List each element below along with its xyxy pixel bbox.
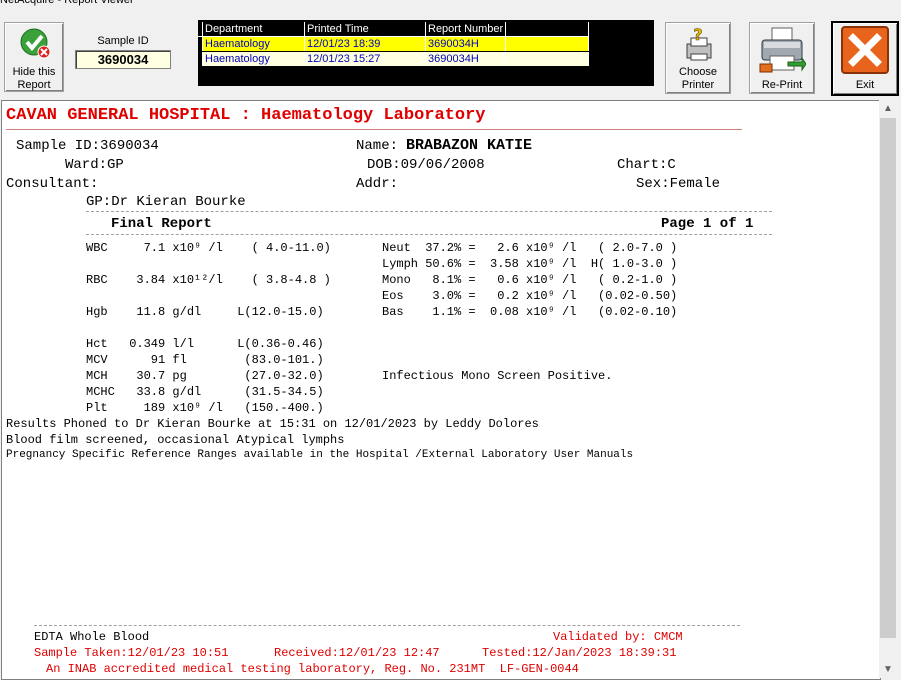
window-title: NetAcquire - Report Viewer xyxy=(0,0,134,6)
result-line-plt: Plt 189 x10⁹ /l (150.-400.) xyxy=(86,401,324,415)
result-line-neut: Neut 37.2% = 2.6 x10⁹ /l ( 2.0-7.0 ) xyxy=(382,241,678,255)
exit-button[interactable]: Exit xyxy=(831,21,899,96)
tested: Tested:12/Jan/2023 18:39:31 xyxy=(482,646,677,660)
result-line-hgb: Hgb 11.8 g/dl L(12.0-15.0) xyxy=(86,305,324,319)
received: Received:12/01/23 12:47 xyxy=(274,646,440,660)
pregnancy-comment: Pregnancy Specific Reference Ranges avai… xyxy=(6,449,634,461)
grid-cell[interactable] xyxy=(505,36,590,52)
result-line-hct: Hct 0.349 l/l L(0.36-0.46) xyxy=(86,337,324,351)
page-indicator: Page 1 of 1 xyxy=(661,216,754,232)
result-line-wbc: WBC 7.1 x10⁹ /l ( 4.0-11.0) xyxy=(86,241,331,255)
result-line-rbc: RBC 3.84 x10¹²/l ( 3.8-4.8 ) xyxy=(86,273,331,287)
blood-film-comment: Blood film screened, occasional Atypical… xyxy=(6,433,345,447)
grid-cell[interactable]: Haematology xyxy=(202,51,305,66)
reprint-label: Re-Print xyxy=(761,79,803,91)
scroll-thumb[interactable] xyxy=(880,118,896,638)
sample-taken: Sample Taken:12/01/23 10:51 xyxy=(34,646,229,660)
grid-cell[interactable]: 12/01/23 15:27 xyxy=(304,51,426,66)
grid-header-department[interactable]: Department xyxy=(202,22,305,37)
gp-rule xyxy=(86,211,772,212)
choose-printer-label-1: Choose xyxy=(679,66,717,78)
result-line-lymph: Lymph 50.6% = 3.58 x10⁹ /l H( 1.0-3.0 ) xyxy=(382,257,678,271)
footer-rule xyxy=(34,625,740,626)
result-line-mch: MCH 30.7 pg (27.0-32.0) xyxy=(86,369,324,383)
report-document: CAVAN GENERAL HOSPITAL : Haematology Lab… xyxy=(1,100,881,680)
hospital-title: CAVAN GENERAL HOSPITAL : Haematology Lab… xyxy=(6,106,486,125)
grid-header-report-number[interactable]: Report Number xyxy=(425,22,507,37)
reports-grid[interactable]: Department Printed Time Report Number Ha… xyxy=(198,20,654,86)
chart: Chart:C xyxy=(617,157,676,173)
sample-id: Sample ID:3690034 xyxy=(16,138,159,154)
checkmark-icon xyxy=(20,28,51,59)
scroll-down-icon[interactable]: ▼ xyxy=(879,661,897,678)
address: Addr: xyxy=(356,176,399,192)
choose-printer-button[interactable]: ? Choose Printer xyxy=(665,22,731,94)
grid-header-extra[interactable] xyxy=(505,22,590,37)
mono-screen-comment: Infectious Mono Screen Positive. xyxy=(382,369,613,383)
grid-row-selected[interactable]: Haematology 12/01/23 18:39 3690034H xyxy=(198,36,590,52)
name-label: Name: xyxy=(356,138,399,154)
grid-cell[interactable]: 3690034H xyxy=(425,51,507,66)
scroll-up-icon[interactable]: ▲ xyxy=(879,100,897,117)
svg-text:?: ? xyxy=(693,26,702,44)
final-report: Final Report xyxy=(111,216,212,232)
grid-cell[interactable] xyxy=(505,51,590,66)
grid-cell[interactable]: 3690034H xyxy=(425,36,507,52)
title-rule xyxy=(6,129,742,130)
hide-label-2: Report xyxy=(17,79,51,91)
sex: Sex:Female xyxy=(636,176,721,192)
patient-name: BRABAZON KATIE xyxy=(406,137,533,154)
sample-id-field[interactable]: 3690034 xyxy=(75,50,171,69)
result-line-eos: Eos 3.0% = 0.2 x10⁹ /l (0.02-0.50) xyxy=(382,289,678,303)
grid-cell[interactable]: Haematology xyxy=(202,36,305,52)
grid-header-printed-time[interactable]: Printed Time xyxy=(304,22,426,37)
grid-row[interactable]: Haematology 12/01/23 15:27 3690034H xyxy=(198,51,590,66)
toolbar: Hide this Report Sample ID 3690034 Depar… xyxy=(0,16,901,96)
consultant: Consultant: xyxy=(6,176,99,192)
result-line-mchc: MCHC 33.8 g/dl (31.5-34.5) xyxy=(86,385,324,399)
header-rule xyxy=(86,234,772,235)
hide-report-button[interactable]: Hide this Report xyxy=(4,22,64,92)
reprint-button[interactable]: Re-Print xyxy=(749,22,815,94)
specimen-type: EDTA Whole Blood xyxy=(34,630,150,644)
result-line-bas: Bas 1.1% = 0.08 x10⁹ /l (0.02-0.10) xyxy=(382,305,678,319)
result-line-mono: Mono 8.1% = 0.6 x10⁹ /l ( 0.2-1.0 ) xyxy=(382,273,678,287)
hide-label-1: Hide this xyxy=(12,66,56,78)
ward: Ward:GP xyxy=(65,157,124,173)
close-icon xyxy=(841,26,889,74)
sample-id-group: Sample ID 3690034 xyxy=(74,34,172,74)
grid-cell[interactable]: 12/01/23 18:39 xyxy=(304,36,426,52)
exit-label: Exit xyxy=(855,79,875,91)
sample-id-label: Sample ID xyxy=(97,35,149,47)
choose-printer-label-2: Printer xyxy=(681,79,715,91)
validated-by: Validated by: CMCM xyxy=(553,630,683,644)
phoned-comment: Results Phoned to Dr Kieran Bourke at 15… xyxy=(6,417,539,431)
gp: GP:Dr Kieran Bourke xyxy=(86,194,246,210)
printer-question-icon: ? xyxy=(686,26,712,61)
vertical-scrollbar[interactable]: ▲ ▼ xyxy=(879,100,897,678)
dob: DOB:09/06/2008 xyxy=(367,157,485,173)
result-line-mcv: MCV 91 fl (83.0-101.) xyxy=(86,353,324,367)
printer-icon xyxy=(759,27,806,73)
inab-accreditation: An INAB accredited medical testing labor… xyxy=(46,662,579,676)
